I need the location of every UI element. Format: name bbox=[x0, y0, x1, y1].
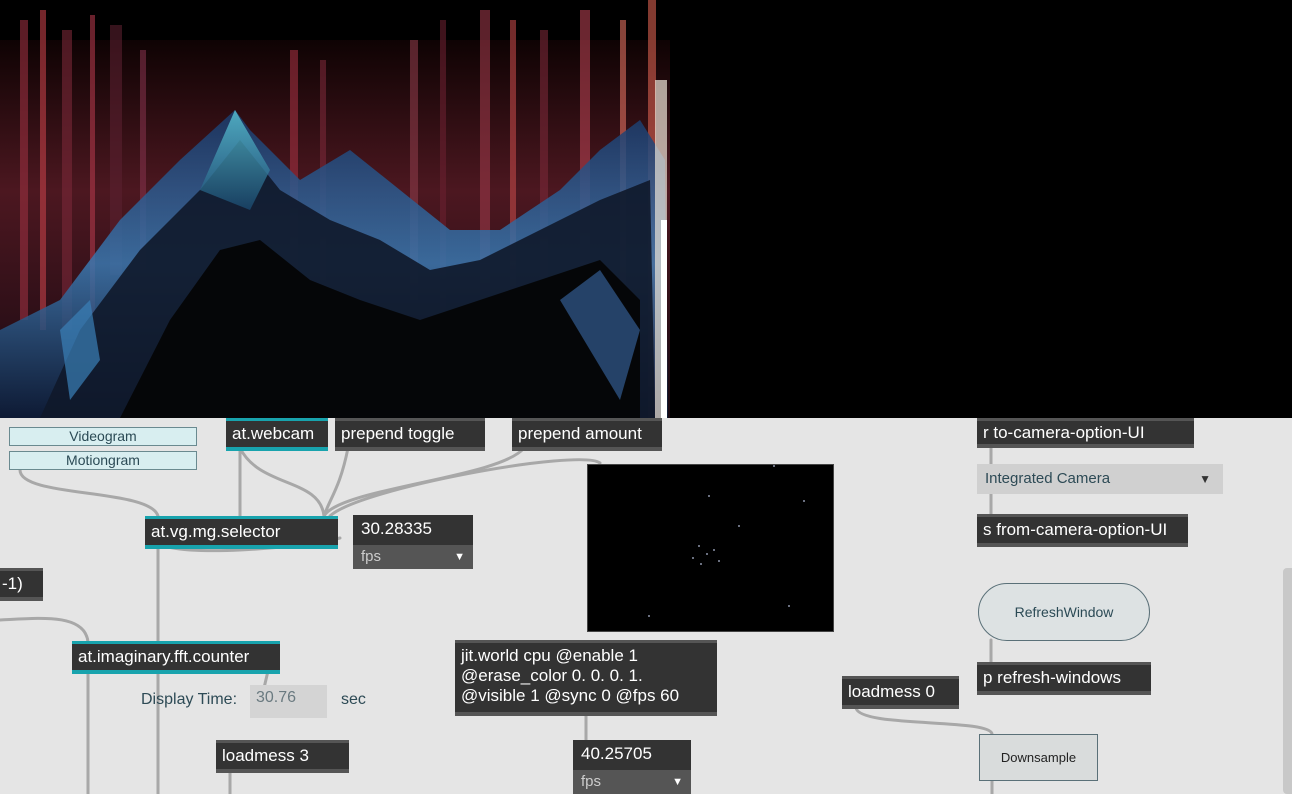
jit-world-object[interactable]: jit.world cpu @enable 1 @erase_color 0. … bbox=[455, 640, 717, 716]
chevron-down-icon: ▼ bbox=[1199, 472, 1211, 486]
display-time-label: Display Time: bbox=[141, 691, 238, 708]
max-patcher-canvas: Videogram Motiongram at.webcam prepend t… bbox=[0, 418, 1292, 794]
fft-counter-object[interactable]: at.imaginary.fft.counter bbox=[72, 641, 280, 674]
fps-number-box-2[interactable]: 40.25705 fps ▼ bbox=[573, 740, 691, 794]
display-time-unit: sec bbox=[341, 691, 366, 708]
p-refresh-windows-object[interactable]: p refresh-windows bbox=[977, 662, 1151, 695]
s-camera-option-object[interactable]: s from-camera-option-UI bbox=[977, 514, 1188, 547]
prepend-amount-object[interactable]: prepend amount bbox=[512, 418, 662, 451]
camera-selected: Integrated Camera bbox=[985, 470, 1111, 487]
loadmess-0-object[interactable]: loadmess 0 bbox=[842, 676, 959, 709]
fps-value-2[interactable]: 40.25705 bbox=[573, 740, 691, 770]
fps-unit-menu-2[interactable]: fps ▼ bbox=[573, 770, 691, 794]
chevron-down-icon: ▼ bbox=[454, 551, 465, 563]
at-webcam-object[interactable]: at.webcam bbox=[226, 418, 328, 451]
fps-unit-label-2: fps bbox=[581, 773, 602, 790]
motion-noise-image bbox=[648, 465, 805, 617]
vertical-scrollbar[interactable] bbox=[1283, 568, 1292, 794]
downsample-button[interactable]: Downsample bbox=[979, 734, 1098, 781]
r-camera-option-object[interactable]: r to-camera-option-UI bbox=[977, 418, 1194, 448]
videogram-display bbox=[0, 0, 1292, 418]
partial-object[interactable]: -1) bbox=[0, 568, 43, 601]
videogram-image bbox=[0, 0, 670, 418]
loadmess-3-object[interactable]: loadmess 3 bbox=[216, 740, 349, 773]
display-time-field[interactable]: 30.76 bbox=[250, 685, 327, 718]
fps-value[interactable]: 30.28335 bbox=[353, 515, 473, 545]
fps-number-box-1[interactable]: 30.28335 fps ▼ bbox=[353, 515, 473, 569]
videogram-button[interactable]: Videogram bbox=[9, 427, 197, 446]
fps-unit-label: fps bbox=[361, 548, 382, 565]
jit-pwindow-preview bbox=[587, 464, 834, 632]
refresh-window-button[interactable]: RefreshWindow bbox=[978, 583, 1150, 641]
fps-unit-menu[interactable]: fps ▼ bbox=[353, 545, 473, 569]
motiongram-button[interactable]: Motiongram bbox=[9, 451, 197, 470]
camera-select-menu[interactable]: Integrated Camera ▼ bbox=[977, 464, 1223, 494]
chevron-down-icon: ▼ bbox=[672, 776, 683, 788]
prepend-toggle-object[interactable]: prepend toggle bbox=[335, 418, 485, 451]
vg-mg-selector-object[interactable]: at.vg.mg.selector bbox=[145, 516, 338, 549]
